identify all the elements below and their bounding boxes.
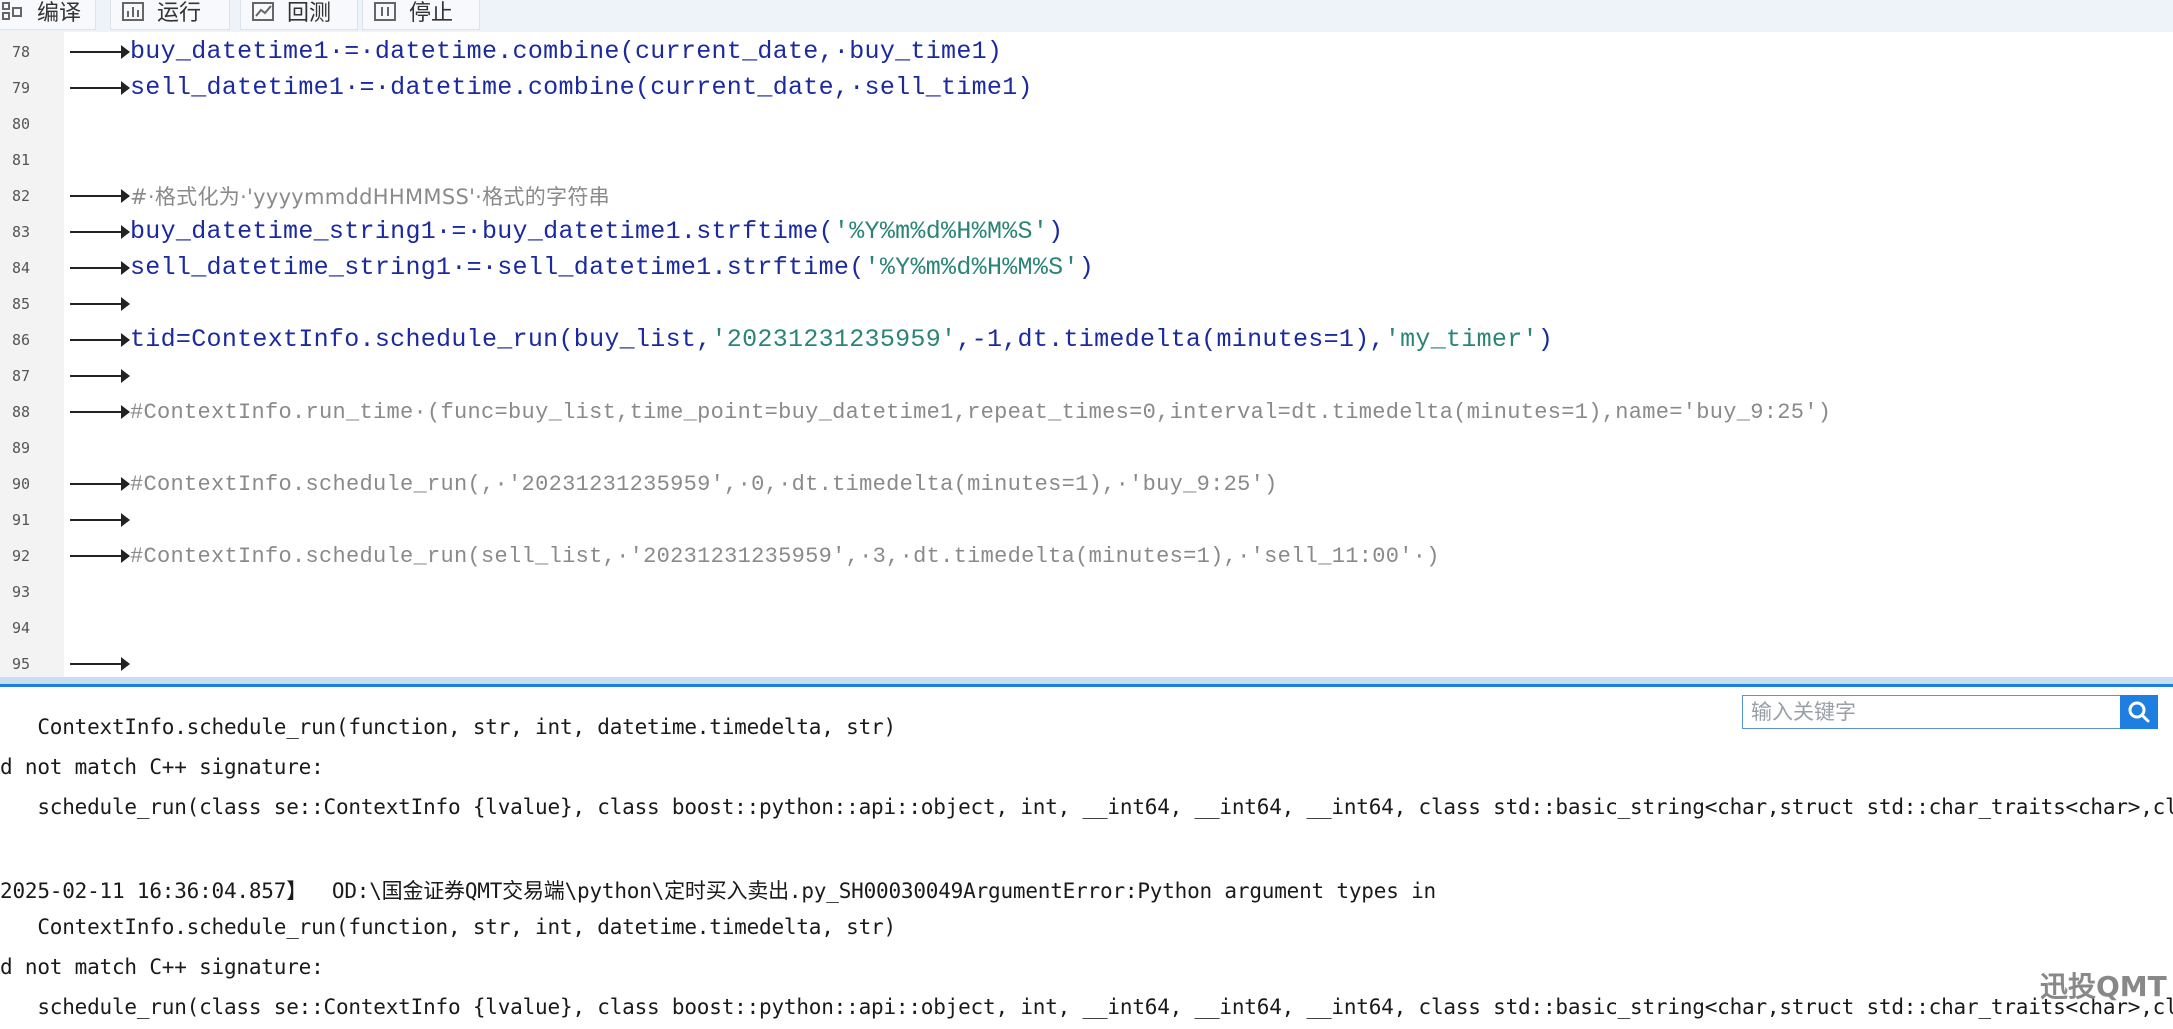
tab-arrow-icon	[70, 513, 130, 527]
tab-arrow-icon	[70, 657, 130, 671]
line-number: 84	[11, 259, 30, 277]
line-number: 83	[11, 223, 30, 241]
log-line: schedule_run(class se::ContextInfo {lval…	[37, 995, 2173, 1019]
code-text: buy_datetime_string1·=·buy_datetime1.str…	[130, 217, 1064, 246]
code-line[interactable]: 87	[0, 358, 2173, 394]
keyword-search-input[interactable]	[1742, 695, 2122, 729]
code-line[interactable]: 85	[0, 286, 2173, 322]
backtest-chart-icon	[252, 1, 274, 21]
stop-label: 停止	[409, 0, 454, 26]
line-number: 90	[11, 475, 30, 493]
code-line[interactable]: 88 #ContextInfo.run_time·(func=buy_list,…	[0, 394, 2173, 430]
tab-arrow-icon	[70, 333, 130, 347]
code-line[interactable]: 79 sell_datetime1·=·datetime.combine(cur…	[0, 70, 2173, 106]
code-text: buy_datetime1·=·datetime.combine(current…	[130, 37, 1003, 66]
line-number: 80	[11, 115, 30, 133]
code-line[interactable]: 91	[0, 502, 2173, 538]
code-line[interactable]: 93	[0, 574, 2173, 610]
compile-icon	[2, 1, 22, 20]
code-line[interactable]: 86 tid=ContextInfo.schedule_run(buy_list…	[0, 322, 2173, 358]
run-chart-icon	[122, 1, 144, 21]
log-line: schedule_run(class se::ContextInfo {lval…	[37, 795, 2173, 819]
run-button[interactable]: 运行	[110, 0, 230, 30]
stop-icon	[374, 1, 396, 21]
code-text: tid=ContextInfo.schedule_run(buy_list,'2…	[130, 325, 1554, 354]
log-line: ContextInfo.schedule_run(function, str, …	[0, 715, 896, 739]
line-number: 85	[11, 295, 30, 313]
tab-arrow-icon	[70, 189, 130, 203]
line-number: 86	[11, 331, 30, 349]
compile-label: 编译	[37, 0, 82, 26]
code-line[interactable]: 89	[0, 430, 2173, 466]
code-comment: #ContextInfo.schedule_run(sell_list,·'20…	[130, 544, 1440, 569]
line-number: 93	[11, 583, 30, 601]
line-number: 87	[11, 367, 30, 385]
search-button[interactable]	[2120, 695, 2158, 729]
log-line: d not match C++ signature:	[0, 955, 324, 979]
watermark-logo: 迅投QMT	[2040, 970, 2167, 1003]
stop-button[interactable]: 停止	[362, 0, 480, 30]
code-line[interactable]: 90 #ContextInfo.schedule_run(,·'20231231…	[0, 466, 2173, 502]
code-line[interactable]: 83 buy_datetime_string1·=·buy_datetime1.…	[0, 214, 2173, 250]
tab-arrow-icon	[70, 45, 130, 59]
line-number: 78	[11, 43, 30, 61]
code-text: sell_datetime_string1·=·sell_datetime1.s…	[130, 253, 1095, 282]
code-editor[interactable]: 78 buy_datetime1·=·datetime.combine(curr…	[0, 32, 2173, 680]
line-number: 79	[11, 79, 30, 97]
tab-arrow-icon	[70, 405, 130, 419]
log-line: 2025-02-11 16:36:04.857】 OD:\国金证券QMT交易端\…	[0, 879, 1436, 903]
backtest-button[interactable]: 回测	[240, 0, 358, 30]
code-line[interactable]: 78 buy_datetime1·=·datetime.combine(curr…	[0, 34, 2173, 70]
code-comment: #·格式化为·'yyyymmddHHMMSS'·格式的字符串	[130, 185, 610, 209]
search-icon	[2128, 701, 2150, 723]
tab-arrow-icon	[70, 261, 130, 275]
run-label: 运行	[157, 0, 202, 26]
backtest-label: 回测	[287, 0, 332, 26]
code-line[interactable]: 82 #·格式化为·'yyyymmddHHMMSS'·格式的字符串	[0, 178, 2173, 214]
tab-arrow-icon	[70, 477, 130, 491]
toolbar: 编译 运行 回测 停止	[0, 0, 2173, 33]
code-line[interactable]: 81	[0, 142, 2173, 178]
line-number: 81	[11, 151, 30, 169]
tab-arrow-icon	[70, 225, 130, 239]
compile-button[interactable]: 编译	[0, 0, 96, 30]
tab-arrow-icon	[70, 369, 130, 383]
tab-arrow-icon	[70, 297, 130, 311]
line-number: 82	[11, 187, 30, 205]
tab-arrow-icon	[70, 549, 130, 563]
tab-arrow-icon	[70, 81, 130, 95]
log-line: d not match C++ signature:	[0, 755, 324, 779]
log-line: ContextInfo.schedule_run(function, str, …	[0, 915, 896, 939]
output-log-panel: ContextInfo.schedule_run(function, str, …	[0, 687, 2173, 1029]
line-number: 94	[11, 619, 30, 637]
code-line[interactable]: 92 #ContextInfo.schedule_run(sell_list,·…	[0, 538, 2173, 574]
line-number: 91	[11, 511, 30, 529]
code-line[interactable]: 94	[0, 610, 2173, 646]
line-number: 92	[11, 547, 30, 565]
code-text: sell_datetime1·=·datetime.combine(curren…	[130, 73, 1033, 102]
line-number: 88	[11, 403, 30, 421]
code-line[interactable]: 80	[0, 106, 2173, 142]
line-number: 89	[11, 439, 30, 457]
code-comment: #ContextInfo.schedule_run(,·'20231231235…	[130, 472, 1278, 497]
code-line[interactable]: 84 sell_datetime_string1·=·sell_datetime…	[0, 250, 2173, 286]
code-comment: #ContextInfo.run_time·(func=buy_list,tim…	[130, 400, 1832, 425]
